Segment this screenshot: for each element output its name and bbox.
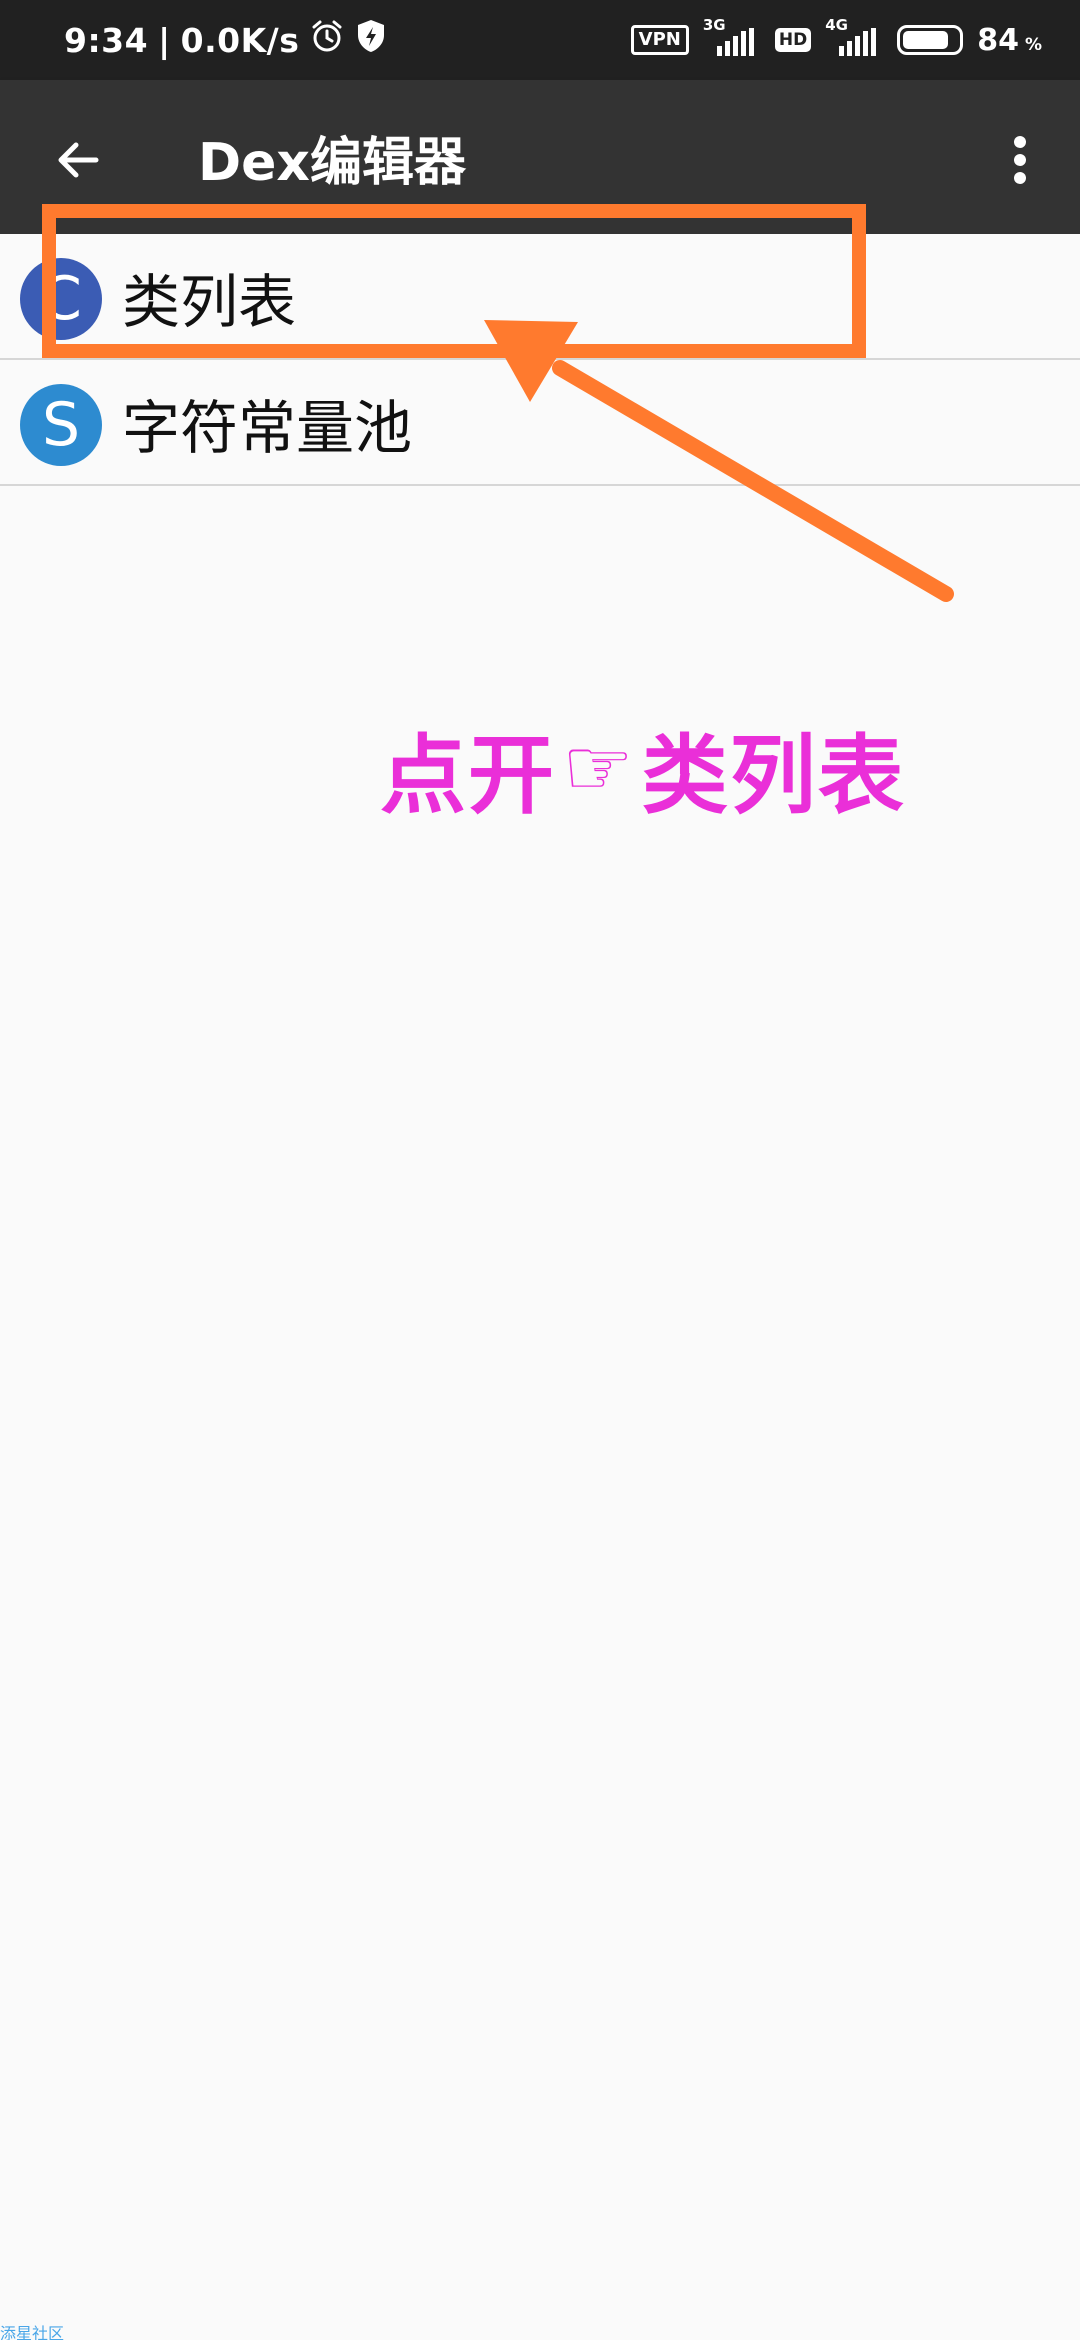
annotation-text-target: 类列表 xyxy=(641,726,906,826)
annotation-instruction: 点开 ☞ 类列表 xyxy=(380,705,906,830)
screen: 9:34 | 0.0K/s VPN 3G HD 4G 84 % Dex编辑器 C… xyxy=(0,0,1080,2340)
annotation-text-open: 点开 xyxy=(380,726,556,826)
annotation-arrow xyxy=(484,320,954,602)
watermark: 添星社区 xyxy=(0,2324,65,2340)
pointing-hand-icon: ☞ xyxy=(562,721,636,814)
